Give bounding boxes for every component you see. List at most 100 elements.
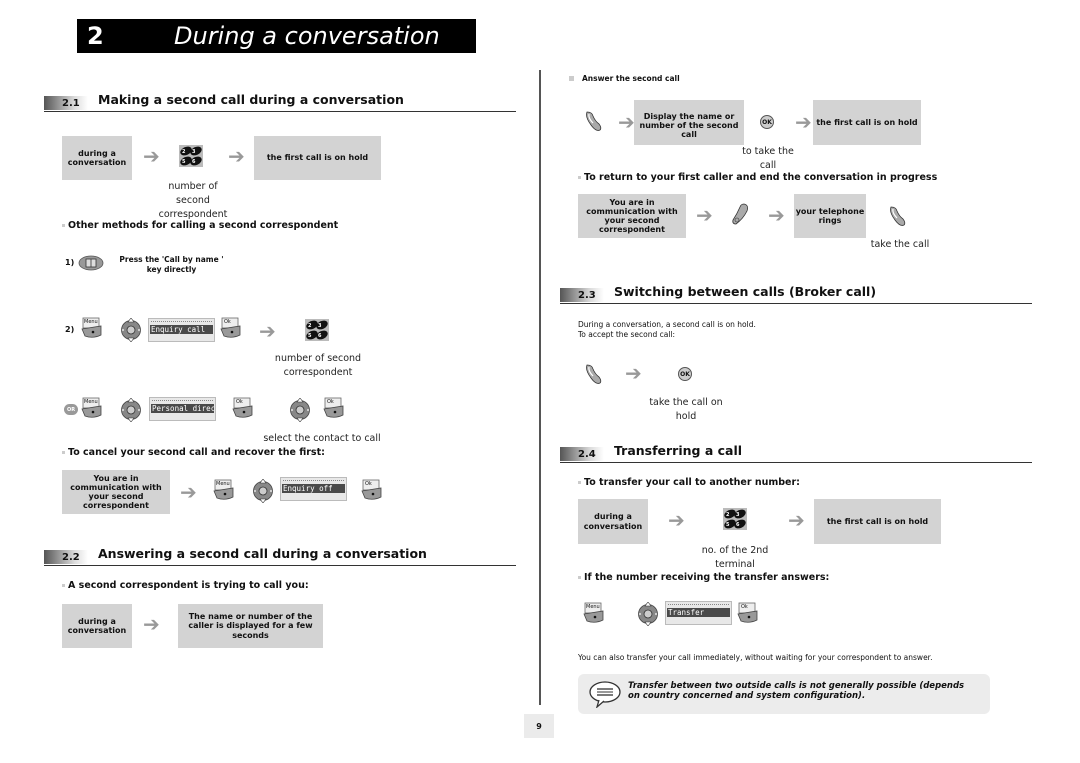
- lcd-selected-item: Personal directory: [151, 404, 214, 413]
- ok-key-label: Ok: [224, 319, 231, 325]
- arrow-icon: ➔: [696, 203, 713, 227]
- menu-key-label: Menu: [586, 604, 600, 610]
- section-2-3-heading: 2.3 Switching between calls (Broker call…: [560, 284, 1032, 304]
- menu-key[interactable]: Menu: [81, 397, 103, 423]
- lcd-dotted-line: [151, 321, 212, 322]
- bullet-text: A second correspondent is trying to call…: [68, 580, 309, 591]
- arrow-icon: ➔: [180, 480, 197, 504]
- navigator-icon[interactable]: [120, 398, 142, 422]
- ok-key[interactable]: Ok: [361, 479, 383, 505]
- method-2-label: 2): [65, 325, 75, 334]
- step-box-first-call-on-hold: the first call is on hold: [814, 499, 941, 544]
- answer-second-call-heading: Answer the second call: [569, 74, 680, 83]
- arrow-icon: ➔: [768, 203, 785, 227]
- step-box-during-conversation: during a conversation: [578, 499, 648, 544]
- keypad-caption: number of second correspondent: [274, 353, 362, 378]
- bullet-text: If the number receiving the transfer ans…: [584, 572, 830, 583]
- lcd-display: Enquiry call: [148, 318, 215, 342]
- keypad-icon: [179, 145, 203, 167]
- broker-call-body: During a conversation, a second call is …: [578, 320, 756, 340]
- step-box-during-conversation: during a conversation: [62, 136, 132, 180]
- step-box-first-call-on-hold: the first call is on hold: [254, 136, 381, 180]
- bullet-dot: [578, 481, 581, 484]
- handset-pickup-icon[interactable]: [584, 109, 604, 133]
- method-1-label: 1): [65, 258, 75, 267]
- ok-key-label: Ok: [365, 481, 372, 487]
- hangup-icon[interactable]: [730, 201, 750, 227]
- body-line: During a conversation, a second call is …: [578, 320, 756, 329]
- section-number: 2.4: [578, 449, 596, 460]
- bullet-transfer-answers: If the number receiving the transfer ans…: [578, 572, 829, 583]
- step-box-telephone-rings: your telephone rings: [794, 194, 866, 238]
- arrow-icon: ➔: [625, 361, 642, 385]
- arrow-icon: ➔: [668, 508, 685, 532]
- section-2-1-heading: 2.1 Making a second call during a conver…: [44, 92, 516, 112]
- or-badge: OR: [64, 404, 78, 415]
- navigator-icon[interactable]: [637, 602, 659, 626]
- step-box-during-conversation: during a conversation: [62, 604, 132, 648]
- handset-pickup-icon[interactable]: [888, 203, 908, 229]
- section-title: Answering a second call during a convers…: [98, 546, 427, 561]
- lcd-display: Transfer: [665, 601, 732, 625]
- menu-key-label: Menu: [84, 319, 98, 325]
- step-box-caller-displayed: The name or number of the caller is disp…: [178, 604, 323, 648]
- ok-key-label: Ok: [236, 399, 243, 405]
- lcd-dotted-line: [668, 604, 729, 605]
- ok-button-icon[interactable]: OK: [678, 367, 692, 381]
- bullet-square: [569, 76, 574, 81]
- step-box-in-communication: You are in communication with your secon…: [62, 470, 170, 514]
- lcd-dotted-line: [283, 480, 344, 481]
- bullet-dot: [578, 176, 581, 179]
- handset-pickup-icon[interactable]: [584, 362, 604, 386]
- bullet-transfer: To transfer your call to another number:: [578, 477, 800, 488]
- lcd-selected-item: Enquiry call: [150, 325, 213, 334]
- arrow-icon: ➔: [143, 612, 160, 636]
- bullet-dot: [62, 584, 65, 587]
- chapter-title: During a conversation: [174, 22, 440, 50]
- lcd-display: Personal directory: [149, 397, 216, 421]
- chapter-number: 2: [87, 22, 104, 50]
- lcd-selected-item: Enquiry off: [282, 484, 345, 493]
- ok-key[interactable]: Ok: [323, 397, 345, 423]
- arrow-icon: ➔: [143, 144, 160, 168]
- ok-key-label: Ok: [741, 604, 748, 610]
- lcd-selected-item: Transfer: [667, 608, 730, 617]
- section-2-2-heading: 2.2 Answering a second call during a con…: [44, 546, 516, 566]
- lcd-dotted-line: [152, 400, 213, 401]
- column-divider: [539, 70, 541, 705]
- section-number: 2.2: [62, 552, 80, 563]
- step-box-display-name: Display the name or number of the second…: [634, 100, 744, 145]
- bullet-dot: [578, 576, 581, 579]
- section-2-4-heading: 2.4 Transferring a call: [560, 443, 1032, 463]
- arrow-icon: ➔: [228, 144, 245, 168]
- bullet-second-correspondent: A second correspondent is trying to call…: [62, 580, 309, 591]
- section-title: Switching between calls (Broker call): [614, 284, 877, 299]
- ok-key[interactable]: Ok: [737, 602, 759, 628]
- note-box: Transfer between two outside calls is no…: [578, 674, 990, 714]
- arrow-icon: ➔: [795, 110, 812, 134]
- ok-button-icon[interactable]: OK: [760, 115, 774, 129]
- keypad-caption: number of second correspondent: [158, 181, 228, 220]
- body-line: To accept the second call:: [578, 330, 676, 340]
- menu-key[interactable]: Menu: [583, 602, 605, 628]
- section-title: Transferring a call: [614, 443, 743, 458]
- navigator-icon[interactable]: [289, 398, 311, 422]
- menu-key[interactable]: Menu: [81, 317, 103, 343]
- bullet-dot: [62, 451, 65, 454]
- ok-key[interactable]: Ok: [220, 317, 242, 343]
- method-1-text: Press the 'Call by name ' key directly: [119, 255, 224, 274]
- ok-key[interactable]: Ok: [232, 397, 254, 423]
- bullet-dot: [62, 224, 65, 227]
- call-by-name-key-icon[interactable]: [78, 255, 104, 271]
- navigator-icon[interactable]: [252, 479, 274, 503]
- ok-caption: to take the call: [742, 146, 794, 171]
- menu-key[interactable]: Menu: [213, 479, 235, 505]
- section-title: Making a second call during a conversati…: [98, 92, 404, 107]
- menu-key-label: Menu: [84, 399, 98, 405]
- speech-bubble-icon: [589, 681, 621, 708]
- arrow-icon: ➔: [618, 110, 635, 134]
- bullet-text: To transfer your call to another number:: [584, 477, 800, 488]
- section-number: 2.1: [62, 98, 80, 109]
- transfer-immediately-text: You can also transfer your call immediat…: [578, 653, 933, 662]
- navigator-icon[interactable]: [120, 318, 142, 342]
